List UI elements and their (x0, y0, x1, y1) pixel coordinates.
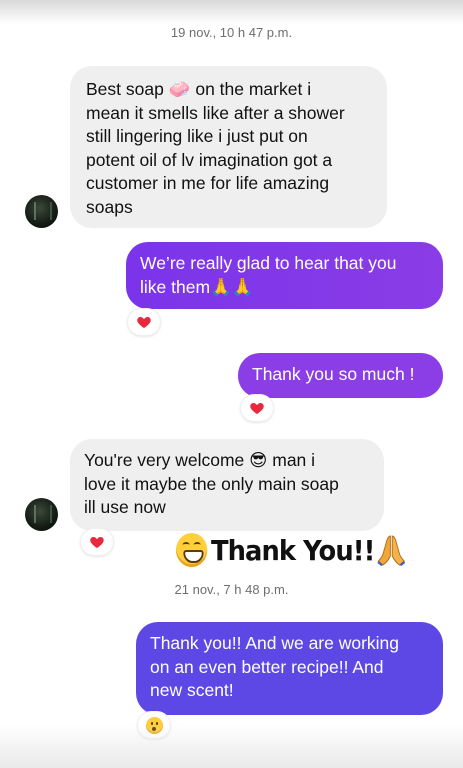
sender-avatar[interactable] (25, 195, 58, 228)
praying-hands-icon (377, 535, 405, 566)
message-line: new scent! (150, 680, 234, 700)
outgoing-message-bubble[interactable]: Thank you so much ! (238, 353, 443, 398)
outgoing-message-bubble[interactable]: We’re really glad to hear that you like … (126, 242, 443, 309)
message-line: Thank you!! And we are working (150, 633, 400, 653)
top-fade (0, 0, 463, 24)
message-line: We’re really glad to hear that you (140, 253, 397, 273)
message-line: customer in me for life amazing (86, 173, 330, 193)
message-line: still lingering like i just put on (86, 126, 308, 146)
bottom-fade (0, 724, 463, 768)
heart-icon (137, 317, 151, 328)
sticker-text: Thank You!! (210, 533, 375, 567)
grinning-face-icon (176, 533, 208, 567)
message-line: Best soap 🧼 on the market i (86, 79, 312, 99)
message-line: You're very welcome 😎 man i (84, 450, 316, 470)
heart-icon (250, 403, 264, 414)
timestamp: 19 nov., 10 h 47 p.m. (170, 25, 293, 40)
incoming-message-bubble[interactable]: You're very welcome 😎 man i love it mayb… (70, 439, 384, 531)
timestamp: 21 nov., 7 h 48 p.m. (174, 582, 289, 597)
message-line: ill use now (84, 497, 166, 517)
sender-avatar[interactable] (25, 498, 58, 531)
heart-icon (90, 537, 104, 548)
message-line: soaps (86, 196, 133, 217)
reaction-badge[interactable] (241, 395, 273, 421)
incoming-message-bubble[interactable]: Best soap 🧼 on the market i mean it smel… (70, 66, 387, 228)
message-line: like them🙏🙏 (140, 276, 254, 297)
thank-you-sticker[interactable]: Thank You!! (176, 530, 405, 570)
message-line: potent oil of lv imagination got a (86, 149, 333, 170)
message-line: on an even better recipe!! And (150, 656, 384, 677)
message-line: mean it smells like after a shower (86, 102, 345, 123)
reaction-badge[interactable] (128, 309, 160, 335)
message-line: love it maybe the only main soap (84, 473, 339, 494)
reaction-badge[interactable] (81, 529, 113, 555)
message-line: Thank you so much ! (252, 364, 415, 384)
outgoing-message-bubble[interactable]: Thank you!! And we are working on an eve… (136, 622, 443, 715)
